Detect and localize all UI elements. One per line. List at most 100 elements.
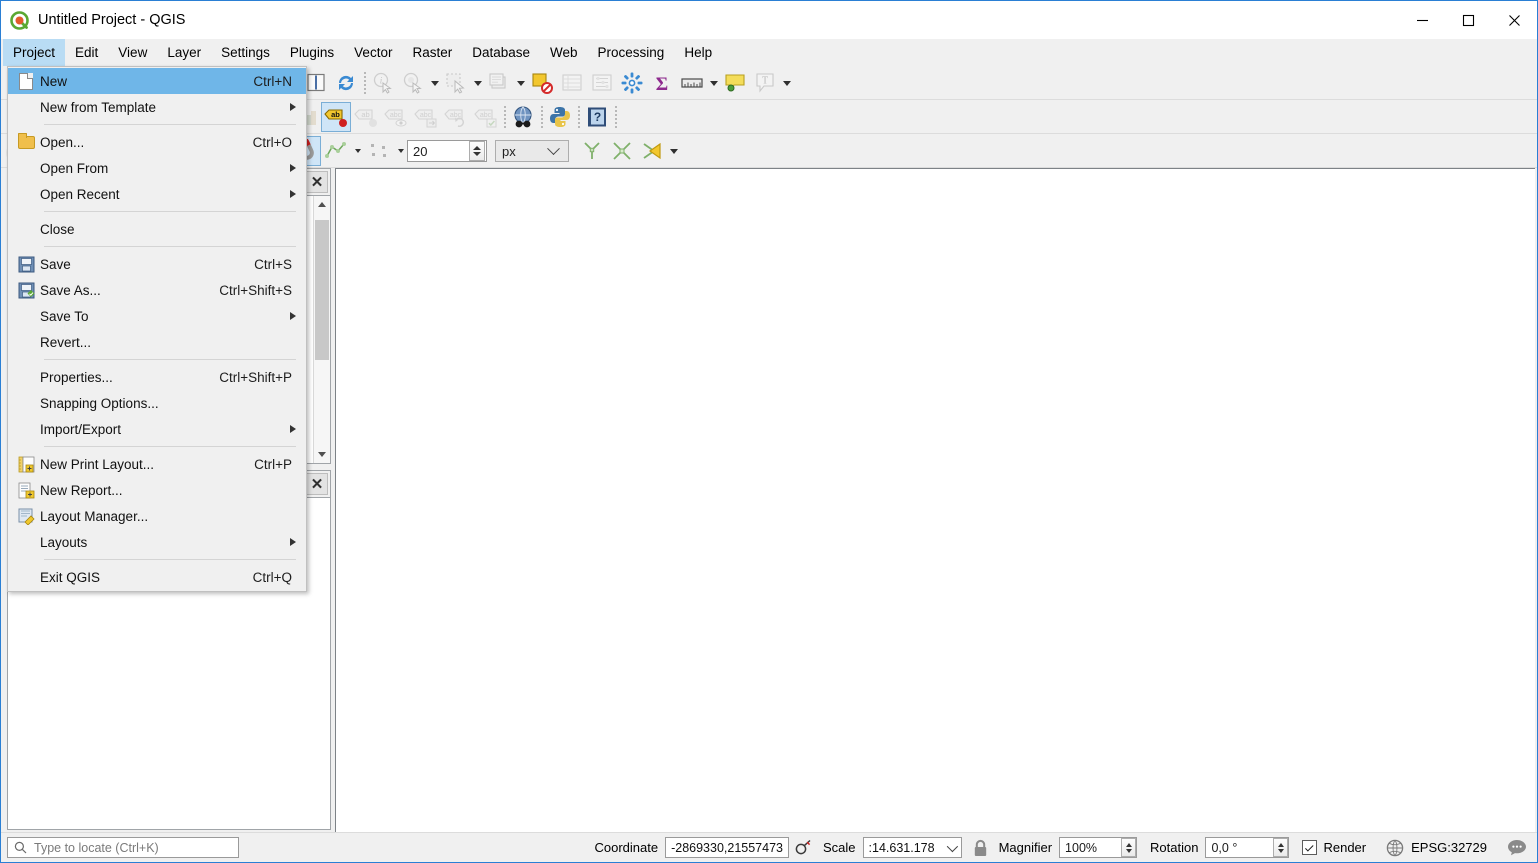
menu-item-new[interactable]: NewCtrl+N (8, 68, 306, 94)
select-by-value-icon[interactable] (484, 68, 514, 98)
menu-item-new-print-layout[interactable]: New Print Layout...Ctrl+P (8, 451, 306, 477)
caret-down-icon[interactable] (428, 68, 441, 98)
caret-down-icon[interactable] (394, 136, 407, 166)
menu-item-close[interactable]: Close (8, 216, 306, 242)
messages-bubble-icon[interactable] (1507, 839, 1527, 856)
scrollbar-thumb[interactable] (315, 220, 329, 360)
refresh-icon[interactable] (331, 68, 361, 98)
snapping-type-icon[interactable] (364, 136, 394, 166)
avoid-overlap-icon[interactable] (607, 136, 637, 166)
new-text-annotation-icon[interactable]: T (750, 68, 780, 98)
topological-editing-icon[interactable] (577, 136, 607, 166)
map-canvas[interactable] (335, 168, 1535, 832)
deselect-features-icon[interactable] (527, 68, 557, 98)
menubar-item-label: Project (13, 45, 55, 60)
menu-item-import-export[interactable]: Import/Export (8, 416, 306, 442)
menubar-item-plugins[interactable]: Plugins (280, 39, 344, 66)
menubar-item-processing[interactable]: Processing (588, 39, 675, 66)
field-calculator-icon[interactable] (587, 68, 617, 98)
statistical-summary-icon[interactable]: Σ (647, 68, 677, 98)
lock-icon[interactable] (972, 839, 989, 857)
coordinate-field[interactable]: -2869330,21557473 (665, 837, 789, 858)
magnifier-spinbox[interactable]: 100% (1059, 837, 1137, 858)
menubar-item-layer[interactable]: Layer (157, 39, 211, 66)
close-icon[interactable]: ✕ (306, 171, 328, 193)
caret-down-icon[interactable] (707, 68, 720, 98)
help-contents-icon[interactable]: ? (582, 102, 612, 132)
scroll-up-icon[interactable] (314, 196, 330, 213)
menubar-item-raster[interactable]: Raster (402, 39, 462, 66)
menubar-item-edit[interactable]: Edit (65, 39, 108, 66)
toolbar-separator (361, 70, 368, 96)
menubar-item-help[interactable]: Help (674, 39, 722, 66)
menu-item-layouts[interactable]: Layouts (8, 529, 306, 555)
save-as-floppy-icon (12, 279, 40, 301)
menubar-item-database[interactable]: Database (462, 39, 540, 66)
rotation-spinbox[interactable]: 0,0 ° (1205, 837, 1289, 858)
open-attribute-table-icon[interactable] (557, 68, 587, 98)
show-hide-labels-icon[interactable]: abc (381, 102, 411, 132)
menubar-item-view[interactable]: View (108, 39, 157, 66)
change-label-icon[interactable]: abc (471, 102, 501, 132)
identify-features-icon[interactable]: i (368, 68, 398, 98)
snapping-tolerance-spinner[interactable] (469, 141, 485, 161)
python-console-icon[interactable] (545, 102, 575, 132)
snapping-mode-icon[interactable] (321, 136, 351, 166)
globe-icon[interactable] (1386, 839, 1404, 857)
caret-down-icon[interactable] (667, 136, 680, 166)
menu-bar: Project EditViewLayerSettingsPluginsVecto… (1, 39, 1537, 66)
move-label-icon[interactable]: abc (411, 102, 441, 132)
minimize-button[interactable] (1399, 1, 1445, 39)
coordinate-capture-icon[interactable] (794, 838, 813, 857)
rotation-stepper[interactable] (1273, 838, 1288, 857)
magnifier-stepper[interactable] (1121, 838, 1136, 857)
locator-search-input[interactable]: Type to locate (Ctrl+K) (7, 837, 239, 858)
snapping-tolerance-input[interactable]: 20 (407, 140, 487, 162)
processing-toolbox-icon[interactable] (617, 68, 647, 98)
menu-item-open-recent[interactable]: Open Recent (8, 181, 306, 207)
menubar-item-settings[interactable]: Settings (211, 39, 280, 66)
menubar-item-vector[interactable]: Vector (344, 39, 402, 66)
project-menu-dropdown[interactable]: NewCtrl+NNew from TemplateOpen...Ctrl+OO… (7, 66, 307, 592)
scale-select[interactable]: :14.631.178 (863, 837, 962, 858)
menu-item-snapping-options[interactable]: Snapping Options... (8, 390, 306, 416)
select-features-icon[interactable] (441, 68, 471, 98)
menu-item-save[interactable]: SaveCtrl+S (8, 251, 306, 277)
close-icon[interactable]: ✕ (306, 473, 328, 495)
window-title: Untitled Project - QGIS (38, 12, 185, 28)
rotate-label-icon[interactable]: abc (441, 102, 471, 132)
menu-item-open[interactable]: Open...Ctrl+O (8, 129, 306, 155)
menu-item-new-from-template[interactable]: New from Template (8, 94, 306, 120)
crs-label[interactable]: EPSG:32729 (1411, 840, 1487, 855)
render-checkbox[interactable] (1302, 840, 1317, 855)
menu-item-label: New (40, 74, 253, 89)
menu-item-properties[interactable]: Properties...Ctrl+Shift+P (8, 364, 306, 390)
toolbar-separator (538, 104, 545, 130)
maximize-button[interactable] (1445, 1, 1491, 39)
scroll-down-icon[interactable] (314, 446, 330, 463)
menubar-item-project[interactable]: Project (3, 39, 65, 66)
measure-line-icon[interactable] (677, 68, 707, 98)
caret-down-icon[interactable] (514, 68, 527, 98)
menubar-item-web[interactable]: Web (540, 39, 588, 66)
metasearch-icon[interactable] (508, 102, 538, 132)
menu-item-exit-qgis[interactable]: Exit QGISCtrl+Q (8, 564, 306, 590)
run-feature-action-icon[interactable] (398, 68, 428, 98)
browser-scrollbar[interactable] (313, 196, 330, 463)
menu-item-save-to[interactable]: Save To (8, 303, 306, 329)
close-button[interactable] (1491, 1, 1537, 39)
menu-item-layout-manager[interactable]: Layout Manager... (8, 503, 306, 529)
menu-item-new-report[interactable]: New Report... (8, 477, 306, 503)
pin-labels-icon[interactable]: ab (351, 102, 381, 132)
caret-down-icon[interactable] (351, 136, 364, 166)
highlight-pinned-labels-icon[interactable]: ab (321, 102, 351, 132)
menu-item-revert[interactable]: Revert... (8, 329, 306, 355)
menu-item-label: Layouts (40, 535, 290, 550)
menu-item-open-from[interactable]: Open From (8, 155, 306, 181)
snapping-units-select[interactable]: px (495, 140, 569, 162)
caret-down-icon[interactable] (780, 68, 793, 98)
map-tips-icon[interactable] (720, 68, 750, 98)
menu-item-save-as[interactable]: Save As...Ctrl+Shift+S (8, 277, 306, 303)
caret-down-icon[interactable] (471, 68, 484, 98)
self-snapping-icon[interactable] (637, 136, 667, 166)
